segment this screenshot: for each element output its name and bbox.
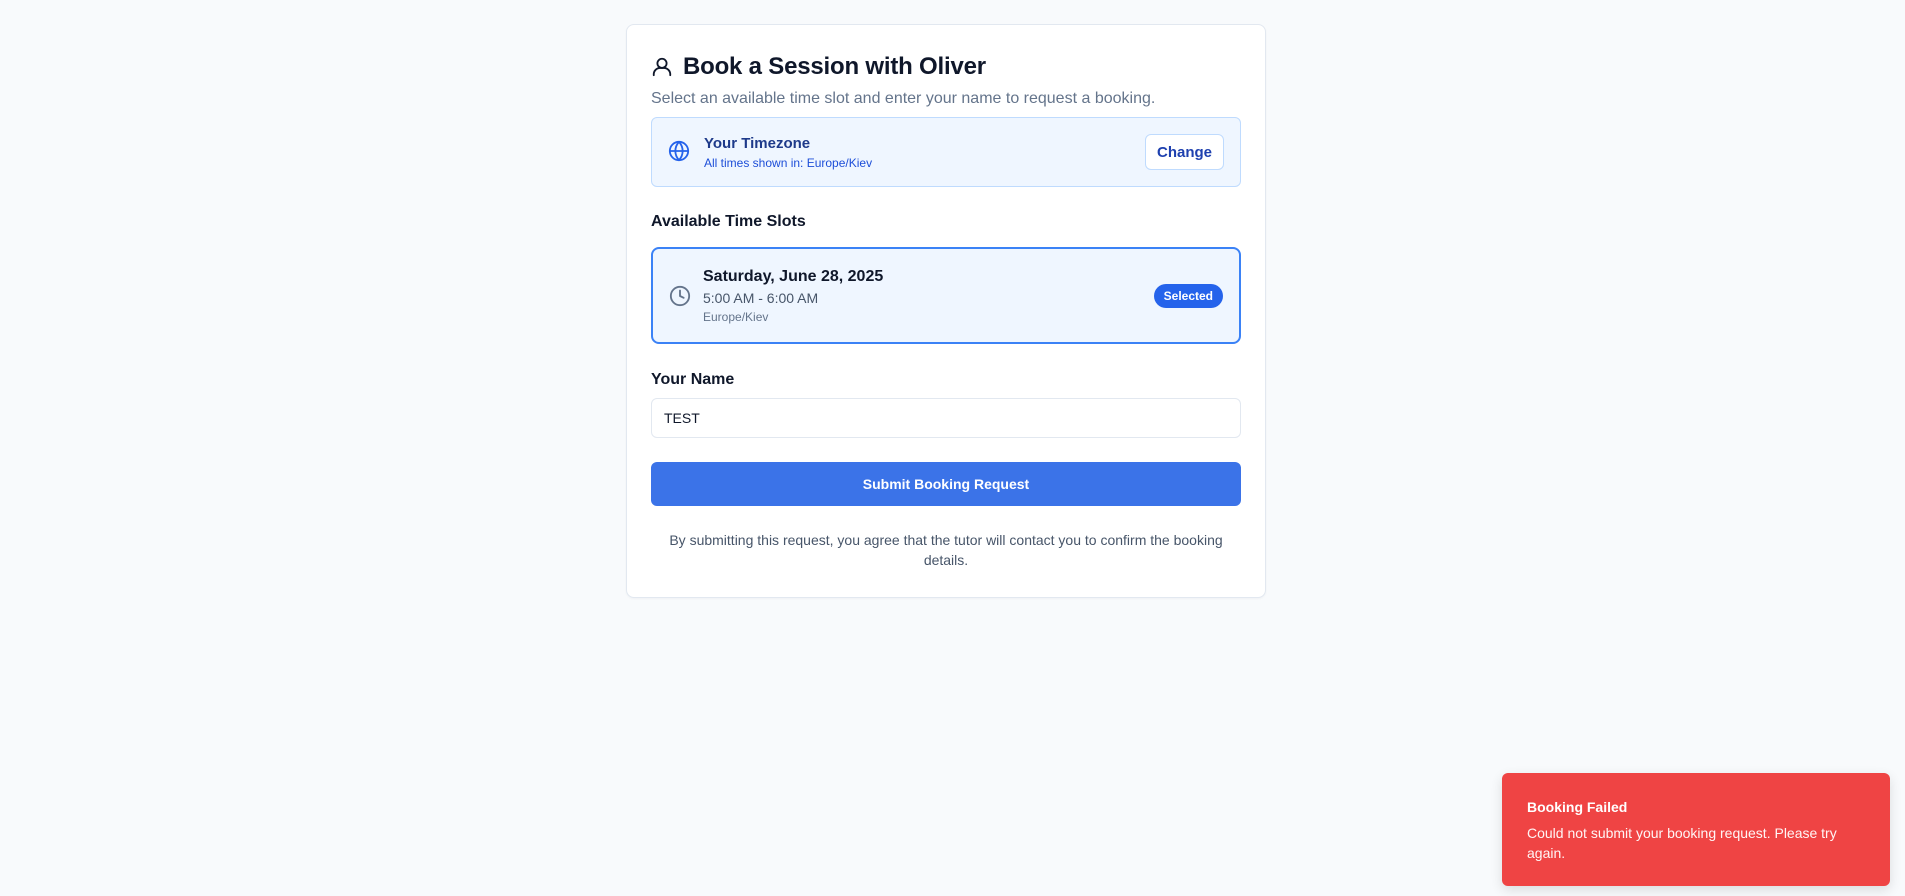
- slot-date: Saturday, June 28, 2025: [703, 267, 884, 285]
- slot-timezone: Europe/Kiev: [703, 309, 769, 324]
- time-slots-heading: Available Time Slots: [651, 213, 806, 230]
- change-timezone-button[interactable]: Change: [1144, 134, 1224, 170]
- timezone-subtitle: All times shown in: Europe/Kiev: [704, 155, 873, 170]
- page-title: Book a Session with Oliver: [683, 53, 986, 80]
- error-toast[interactable]: Booking Failed Could not submit your boo…: [1502, 773, 1890, 886]
- timezone-panel: Your Timezone All times shown in: Europe…: [651, 117, 1241, 187]
- name-input[interactable]: [651, 398, 1241, 438]
- name-label: Your Name: [651, 371, 735, 388]
- toast-message: Could not submit your booking request. P…: [1527, 825, 1837, 861]
- submit-booking-button[interactable]: Submit Booking Request: [651, 462, 1241, 506]
- clock-icon: [669, 285, 691, 307]
- selected-badge: Selected: [1153, 283, 1223, 308]
- globe-icon: [668, 140, 692, 164]
- toast-title: Booking Failed: [1527, 799, 1628, 815]
- slot-time: 5:00 AM - 6:00 AM: [703, 289, 819, 306]
- time-slot-option[interactable]: Saturday, June 28, 2025 5:00 AM - 6:00 A…: [651, 247, 1241, 344]
- disclaimer-text: By submitting this request, you agree th…: [669, 532, 1223, 568]
- user-icon: [651, 56, 673, 78]
- slot-details: Saturday, June 28, 2025 5:00 AM - 6:00 A…: [703, 268, 1154, 324]
- page-subtitle: Select an available time slot and enter …: [651, 90, 1156, 107]
- timezone-title: Your Timezone: [704, 134, 811, 152]
- booking-card: Book a Session with Oliver Select an ava…: [626, 24, 1266, 598]
- header: Book a Session with Oliver: [651, 49, 1241, 85]
- timezone-info: Your Timezone All times shown in: Europe…: [704, 135, 1145, 170]
